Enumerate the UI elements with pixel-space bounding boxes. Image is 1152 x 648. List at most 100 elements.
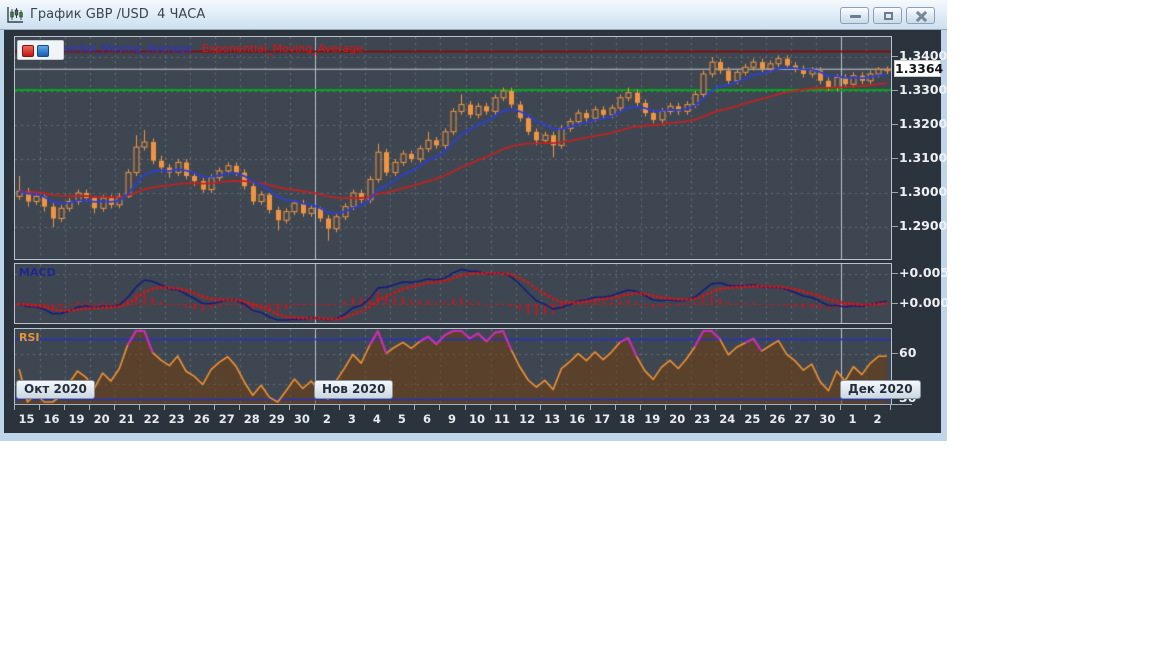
window-title-bar[interactable]: График GBP /USD 4 ЧАСА bbox=[0, 0, 947, 30]
time-axis-label: 19 bbox=[68, 412, 85, 426]
macd-axis-label: +0.000 bbox=[899, 295, 950, 310]
macd-axis-tick bbox=[892, 273, 898, 274]
rsi-axis-label: 60 bbox=[899, 345, 917, 360]
rsi-chart-canvas[interactable] bbox=[15, 329, 891, 404]
time-axis-tick bbox=[840, 405, 841, 410]
time-axis-tick bbox=[89, 405, 90, 410]
time-axis-tick bbox=[640, 405, 641, 410]
time-axis-label: 25 bbox=[744, 412, 761, 426]
time-axis-tick bbox=[690, 405, 691, 410]
time-axis-label: 30 bbox=[293, 412, 310, 426]
time-axis-tick bbox=[164, 405, 165, 410]
time-axis-tick bbox=[264, 405, 265, 410]
time-axis-label: 11 bbox=[494, 412, 511, 426]
price-axis-tick bbox=[892, 124, 898, 125]
time-axis-tick bbox=[590, 405, 591, 410]
rsi-axis-tick bbox=[892, 353, 898, 354]
price-axis-label: 1.3200 bbox=[899, 116, 948, 131]
time-axis-label: 3 bbox=[347, 412, 356, 426]
minimize-button[interactable] bbox=[840, 7, 869, 24]
time-axis-tick bbox=[790, 405, 791, 410]
price-axis-label: 1.3000 bbox=[899, 184, 948, 199]
time-axis-label: 10 bbox=[469, 412, 486, 426]
macd-axis-label: +0.005 bbox=[899, 265, 950, 280]
time-axis-tick bbox=[665, 405, 666, 410]
time-axis-tick bbox=[64, 405, 65, 410]
time-axis-label: 28 bbox=[243, 412, 260, 426]
time-axis-label: 5 bbox=[397, 412, 406, 426]
time-axis-label: 16 bbox=[569, 412, 586, 426]
time-axis-tick bbox=[239, 405, 240, 410]
time-axis-tick bbox=[540, 405, 541, 410]
time-axis-label: 30 bbox=[819, 412, 836, 426]
price-axis-tick bbox=[892, 192, 898, 193]
chart-app-window: График GBP /USD 4 ЧАСА Exponential_Movin… bbox=[0, 0, 950, 441]
restore-button[interactable] bbox=[873, 7, 902, 24]
time-axis-label: 20 bbox=[669, 412, 686, 426]
time-axis-label: 23 bbox=[694, 412, 711, 426]
price-axis-label: 1.3300 bbox=[899, 82, 948, 97]
indicator-toggle-red-button[interactable] bbox=[22, 45, 34, 57]
macd-label: MACD bbox=[19, 266, 56, 279]
candlestick-chart-icon bbox=[7, 6, 23, 23]
time-axis-label: 17 bbox=[594, 412, 611, 426]
time-axis-tick bbox=[865, 405, 866, 410]
macd-panel: MACD bbox=[14, 263, 892, 324]
time-axis-label: 27 bbox=[794, 412, 811, 426]
time-axis-tick bbox=[565, 405, 566, 410]
time-axis-tick bbox=[815, 405, 816, 410]
indicator-toggle-blue-button[interactable] bbox=[37, 45, 49, 57]
time-axis-label: 4 bbox=[372, 412, 381, 426]
time-axis-tick bbox=[439, 405, 440, 410]
time-axis-tick bbox=[465, 405, 466, 410]
minimize-icon bbox=[850, 15, 861, 18]
time-axis-label: 24 bbox=[719, 412, 736, 426]
time-axis-label: 2 bbox=[322, 412, 331, 426]
time-axis-tick bbox=[515, 405, 516, 410]
close-button[interactable] bbox=[906, 7, 935, 24]
time-axis-label: 16 bbox=[43, 412, 60, 426]
legend-ema-slow-label: Exponential_Moving_Average bbox=[201, 42, 363, 55]
price-chart-canvas[interactable] bbox=[15, 37, 891, 259]
restore-icon bbox=[884, 12, 893, 20]
time-axis-label: 9 bbox=[447, 412, 456, 426]
close-icon bbox=[915, 11, 928, 22]
macd-chart-canvas[interactable] bbox=[15, 264, 891, 323]
month-label-oct: Окт 2020 bbox=[16, 380, 95, 399]
macd-axis-tick bbox=[892, 303, 898, 304]
price-panel: Exponential_Moving_Average Exponential_Mo… bbox=[14, 36, 892, 260]
time-axis-tick bbox=[615, 405, 616, 410]
month-label-dec: Дек 2020 bbox=[840, 380, 921, 399]
time-axis-tick bbox=[189, 405, 190, 410]
time-axis-tick bbox=[765, 405, 766, 410]
time-axis-tick bbox=[414, 405, 415, 410]
time-axis-tick bbox=[740, 405, 741, 410]
time-axis-label: 22 bbox=[143, 412, 160, 426]
page: График GBP /USD 4 ЧАСА Exponential_Movin… bbox=[0, 0, 1152, 648]
time-axis-tick bbox=[14, 405, 15, 410]
time-axis-tick bbox=[39, 405, 40, 410]
time-axis-label: 19 bbox=[644, 412, 661, 426]
time-axis-label: 21 bbox=[118, 412, 135, 426]
month-label-nov: Нов 2020 bbox=[314, 380, 394, 399]
rsi-label: RSI bbox=[19, 331, 40, 344]
window-controls bbox=[840, 7, 935, 24]
time-axis-tick bbox=[314, 405, 315, 410]
time-axis-tick bbox=[389, 405, 390, 410]
time-axis-label: 12 bbox=[519, 412, 536, 426]
time-axis-tick bbox=[364, 405, 365, 410]
time-axis-label: 2 bbox=[873, 412, 882, 426]
time-axis-tick bbox=[114, 405, 115, 410]
window-frame-bottom bbox=[0, 433, 947, 441]
time-axis-line bbox=[14, 404, 912, 405]
indicator-legend: Exponential_Moving_Average Exponential_Mo… bbox=[31, 42, 363, 55]
time-axis-tick bbox=[139, 405, 140, 410]
price-axis-tick bbox=[892, 226, 898, 227]
time-axis-label: 20 bbox=[93, 412, 110, 426]
indicator-buttons-panel bbox=[17, 40, 64, 60]
price-axis-tick bbox=[892, 56, 898, 57]
time-axis-tick bbox=[339, 405, 340, 410]
time-axis-tick bbox=[715, 405, 716, 410]
window-title: График GBP /USD 4 ЧАСА bbox=[30, 7, 206, 22]
time-axis-label: 13 bbox=[544, 412, 561, 426]
